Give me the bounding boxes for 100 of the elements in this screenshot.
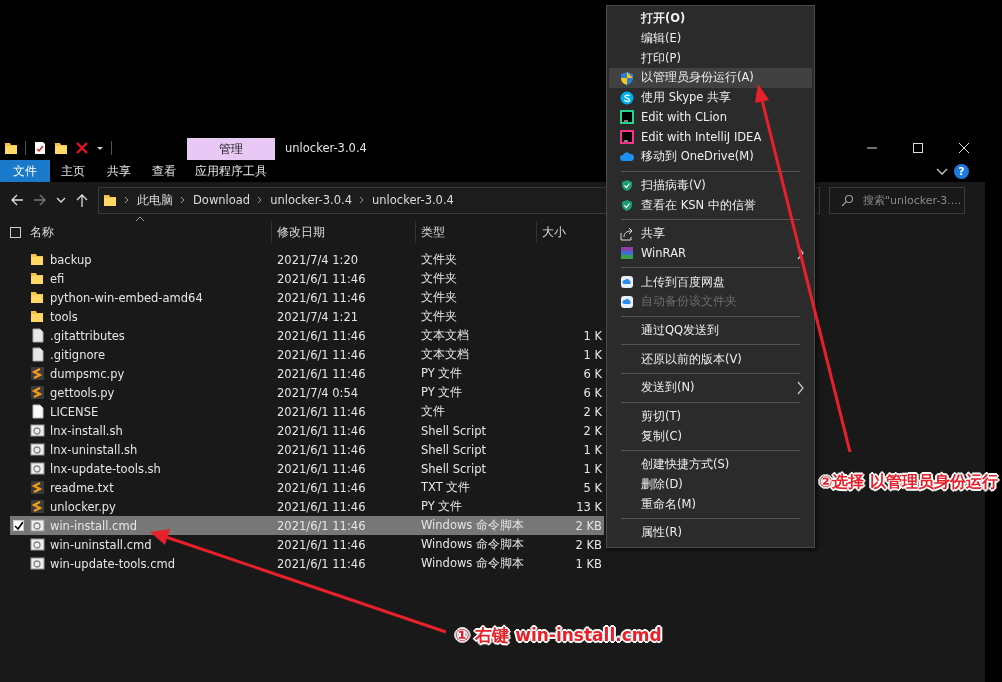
file-row[interactable]: LICENSE 2021/6/1 11:46 文件 2 K — [10, 402, 604, 421]
file-row[interactable]: lnx-uninstall.sh 2021/6/1 11:46 Shell Script 1 K — [10, 440, 604, 459]
file-row[interactable]: efi 2021/6/1 11:46 文件夹 — [10, 269, 604, 288]
share-icon — [620, 226, 634, 241]
books-icon — [620, 246, 634, 261]
menu-item[interactable]: 属性(R) — [609, 523, 812, 543]
file-name: efi — [50, 271, 65, 286]
table-cell-text: 文件 — [420, 404, 446, 419]
table-cell-text: PY 文件 — [420, 385, 464, 400]
table-cell-text: 2021/6/1 11:46 — [276, 423, 367, 438]
script-file-icon — [30, 366, 45, 381]
table-cell-text: 2021/6/1 11:46 — [276, 290, 367, 305]
script-file-icon — [30, 518, 45, 533]
file-name: win-install.cmd — [50, 518, 137, 533]
menu-item[interactable]: 使用 Skype 共享 — [609, 87, 812, 108]
menu-item[interactable]: 编辑(E) — [609, 28, 812, 49]
up-arrow-icon[interactable] — [75, 193, 89, 207]
ribbon-tab[interactable]: 应用程序工具 — [187, 160, 275, 182]
menu-item[interactable]: 上传到百度网盘 — [609, 272, 812, 292]
file-row[interactable]: gettools.py 2021/7/4 0:54 PY 文件 6 K — [10, 383, 604, 402]
folder-icon — [30, 290, 45, 305]
annotation-label: ① 右键 win-install.cmd — [455, 624, 662, 647]
table-cell-text: 2021/6/1 11:46 — [276, 556, 367, 571]
menu-item[interactable]: 复制(C) — [609, 426, 812, 447]
table-cell-text: 文本文档 — [420, 328, 470, 343]
menu-item[interactable]: WinRAR — [609, 243, 812, 264]
search-field[interactable]: 搜索"unlocker-3.... — [829, 186, 965, 214]
menu-item[interactable]: 重命名(M) — [609, 494, 812, 515]
file-row[interactable]: readme.txt 2021/6/1 11:46 TXT 文件 5 K — [10, 478, 604, 497]
file-row[interactable]: backup 2021/7/4 1:20 文件夹 — [10, 250, 604, 269]
new-folder-icon[interactable] — [54, 140, 68, 155]
menu-item[interactable]: Edit with CLion — [609, 107, 812, 128]
menu-item[interactable]: 共享 — [609, 223, 812, 244]
table-cell: 1 KB — [575, 556, 602, 571]
table-cell-text: 2021/6/1 11:46 — [276, 271, 367, 286]
back-arrow-icon[interactable] — [10, 193, 24, 207]
selected-row[interactable]: win-install.cmd 2021/6/1 11:46 Windows 命令脚本 2 KB — [10, 516, 604, 535]
file-row[interactable]: lnx-install.sh 2021/6/1 11:46 Shell Script 2 K — [10, 421, 604, 440]
file-row[interactable]: unlocker.py 2021/6/1 11:46 PY 文件 13 K — [10, 497, 604, 516]
folder-icon[interactable] — [4, 140, 18, 155]
ribbon-tab[interactable]: 文件 — [0, 160, 50, 182]
select-all-checkbox[interactable] — [10, 226, 21, 238]
ide-icon — [620, 110, 634, 125]
folder-icon — [30, 309, 45, 324]
table-cell-text: Shell Script — [420, 423, 488, 438]
file-row[interactable]: dumpsmc.py 2021/6/1 11:46 PY 文件 6 K — [10, 364, 604, 383]
text-file-icon — [30, 347, 45, 362]
file-name: win-uninstall.cmd — [50, 537, 152, 552]
maximize-icon[interactable] — [913, 142, 923, 153]
table-cell-text: 2021/6/1 11:46 — [276, 404, 367, 419]
menu-item[interactable]: Edit with IntelliJ IDEA — [609, 127, 812, 147]
table-cell-text: 2021/6/1 11:46 — [276, 461, 367, 476]
table-cell-text: 文件夹 — [420, 290, 458, 305]
breadcrumb-item[interactable]: 此电脑 — [137, 192, 173, 208]
column-header[interactable]: 类型 — [421, 224, 445, 240]
forward-arrow-icon[interactable] — [33, 193, 47, 207]
script-file-icon — [30, 537, 45, 552]
chevron-right-icon — [257, 196, 264, 204]
script-file-icon — [30, 556, 45, 571]
file-row[interactable]: win-uninstall.cmd 2021/6/1 11:46 Windows 命令脚本 2 KB — [10, 535, 604, 554]
table-cell-text: 2021/6/1 11:46 — [276, 442, 367, 457]
table-cell: 2 KB — [575, 518, 602, 533]
menu-item[interactable]: 移动到 OneDrive(M) — [609, 146, 812, 167]
close-icon[interactable] — [959, 142, 969, 153]
menu-item[interactable]: 发送到(N) — [609, 378, 812, 398]
help-button[interactable]: ? — [954, 163, 969, 179]
menu-item[interactable]: 剪切(T) — [609, 406, 812, 427]
table-cell-text: Shell Script — [420, 442, 488, 457]
breadcrumb-item[interactable]: unlocker-3.0.4 — [372, 193, 454, 207]
annotation-label: ②选择 以管理员身份运行 — [819, 472, 998, 493]
menu-item[interactable]: 删除(D) — [609, 474, 812, 495]
file-row[interactable]: lnx-update-tools.sh 2021/6/1 11:46 Shell Script 1 K — [10, 459, 604, 478]
menu-item[interactable]: 创建快捷方式(S) — [609, 455, 812, 475]
dropdown-caret-icon[interactable] — [56, 196, 66, 204]
column-header[interactable]: 大小 — [542, 224, 566, 240]
ribbon-tab[interactable]: 主页 — [50, 160, 96, 182]
menu-item[interactable]: 以管理员身份运行(A) — [609, 68, 812, 88]
script-file-icon — [30, 499, 45, 514]
file-row[interactable]: tools 2021/7/4 1:21 文件夹 — [10, 307, 604, 326]
menu-item[interactable]: 打印(P) — [609, 48, 812, 69]
delete-icon[interactable] — [75, 140, 89, 155]
file-row[interactable]: .gitignore 2021/6/1 11:46 文本文档 1 K — [10, 345, 604, 364]
properties-icon[interactable] — [33, 140, 47, 155]
row-checkbox[interactable] — [13, 520, 24, 531]
ribbon-tab[interactable]: 查看 — [141, 160, 187, 182]
script-file-icon — [30, 442, 45, 457]
file-row[interactable]: win-update-tools.cmd 2021/6/1 11:46 Windows 命令脚本 1 KB — [10, 554, 604, 573]
script-file-icon — [30, 480, 45, 495]
menu-item[interactable]: 还原以前的版本(V) — [609, 349, 812, 369]
menu-item[interactable]: 通过QQ发送到 — [609, 320, 812, 341]
file-row[interactable]: python-win-embed-amd64 2021/6/1 11:46 文件夹 — [10, 288, 604, 307]
script-file-icon — [30, 461, 45, 476]
column-header[interactable]: 名称 — [30, 224, 54, 240]
breadcrumb-item[interactable]: Download — [193, 193, 251, 207]
menu-item[interactable]: 打开(O) — [609, 9, 812, 29]
table-cell: 2 K — [583, 423, 602, 438]
ribbon-tab[interactable]: 共享 — [96, 160, 141, 182]
file-row[interactable]: .gitattributes 2021/6/1 11:46 文本文档 1 K — [10, 326, 604, 345]
breadcrumb-item[interactable]: unlocker-3.0.4 — [270, 193, 353, 207]
column-header[interactable]: 修改日期 — [277, 224, 325, 240]
